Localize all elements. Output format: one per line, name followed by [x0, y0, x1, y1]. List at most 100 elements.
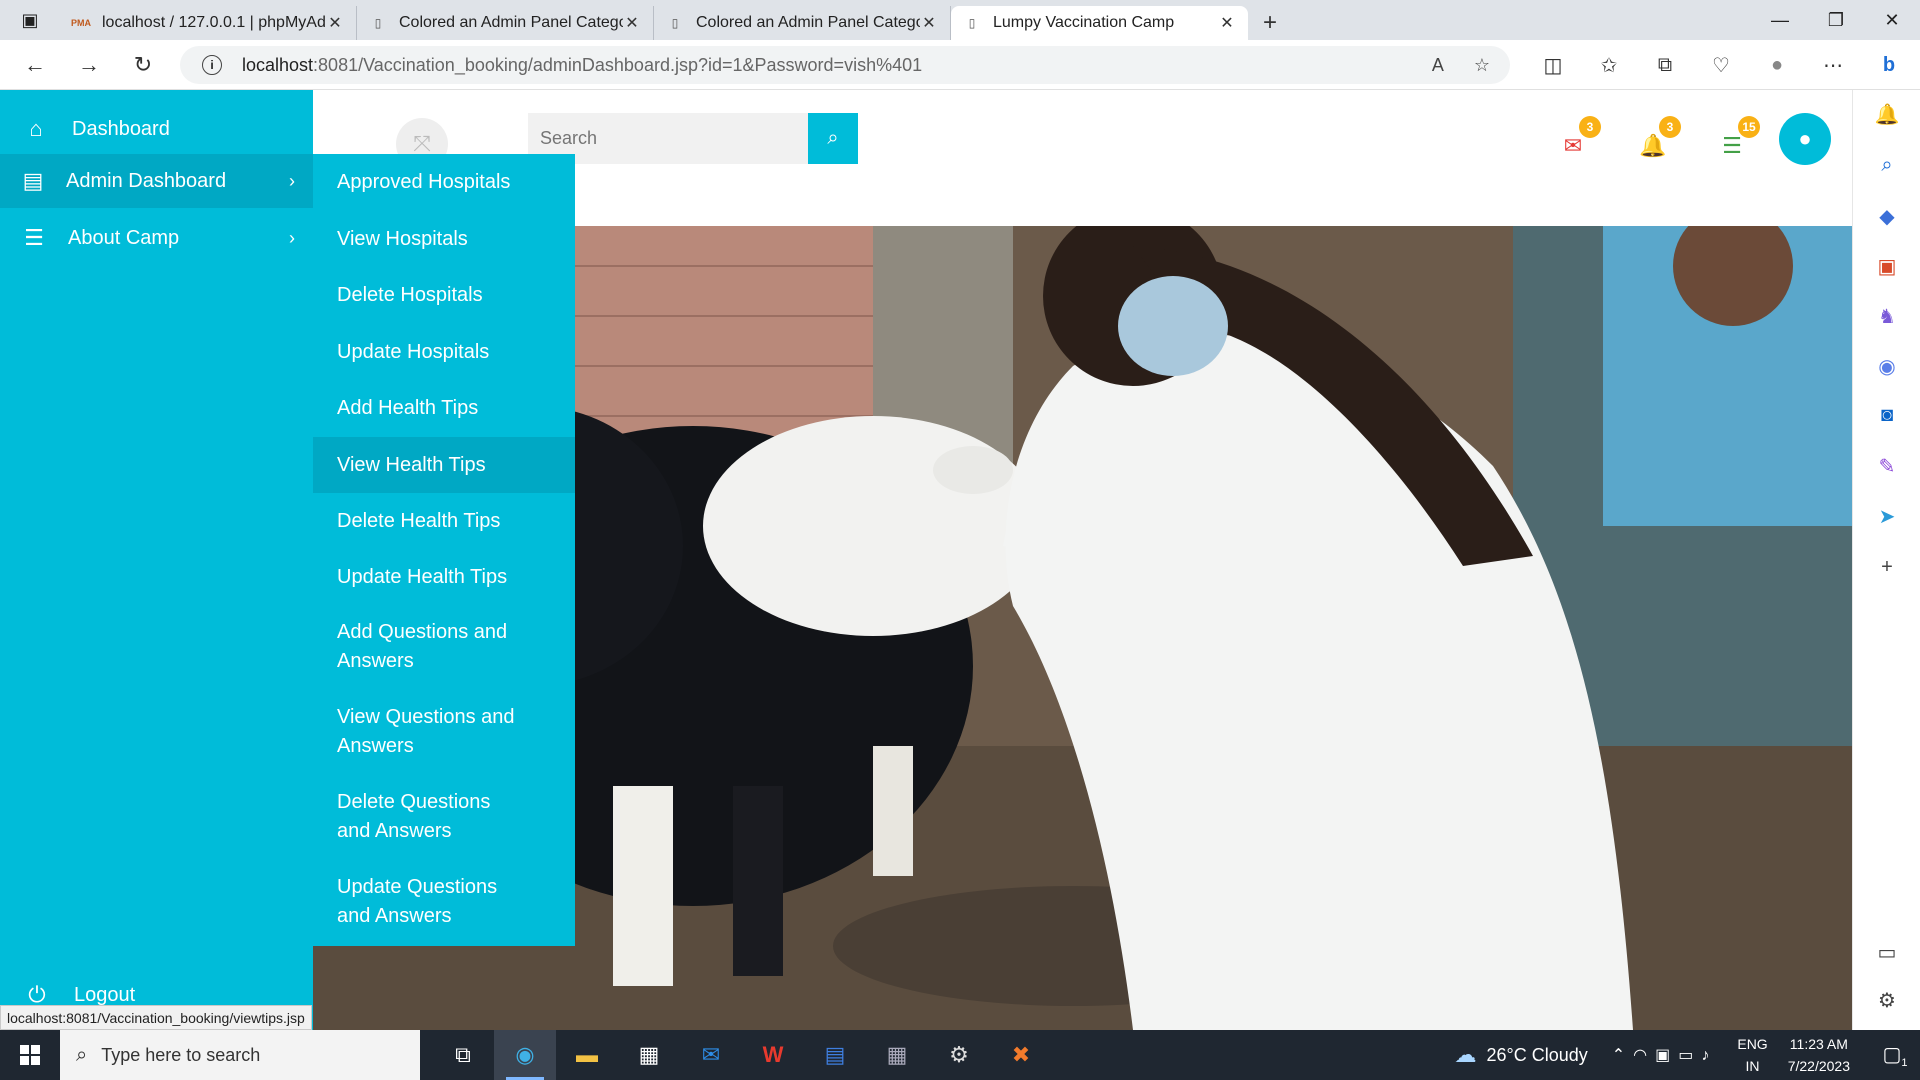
submenu-item-add-questions-answers[interactable]: Add Questions and Answers: [313, 605, 575, 689]
site-info-icon[interactable]: i: [202, 55, 222, 75]
wps-office-icon[interactable]: W: [742, 1030, 804, 1080]
tab-close-icon[interactable]: ✕: [920, 13, 938, 33]
date-text: 7/22/2023: [1787, 1058, 1850, 1074]
search-button[interactable]: ⌕: [808, 113, 858, 164]
browser-essentials-icon[interactable]: ♡: [1693, 53, 1749, 78]
mail-icon[interactable]: ✉: [680, 1030, 742, 1080]
hide-sidebar-icon[interactable]: ▭: [1853, 940, 1920, 965]
tasks-button[interactable]: ☰ 15: [1712, 116, 1760, 166]
taskbar-search[interactable]: ⌕ Type here to search: [60, 1030, 420, 1080]
battery-icon[interactable]: ▭: [1678, 1047, 1701, 1064]
notification-count-badge: 3: [1659, 116, 1681, 138]
read-aloud-icon[interactable]: A: [1432, 55, 1444, 76]
add-sidebar-app-icon[interactable]: +: [1853, 556, 1920, 579]
mail-button[interactable]: ✉ 3: [1553, 116, 1601, 166]
browser-tab-phpmyadmin[interactable]: PMA localhost / 127.0.0.1 | phpMyAdmin ✕: [60, 6, 357, 40]
minimize-icon[interactable]: —: [1752, 0, 1808, 40]
language-indicator[interactable]: ENG IN: [1737, 1033, 1767, 1077]
submenu-item-approved-hospitals[interactable]: Approved Hospitals: [313, 154, 575, 210]
edge-browser-icon[interactable]: ◉: [494, 1030, 556, 1080]
tray-icons[interactable]: ⌃◠▣▭♪: [1612, 1045, 1718, 1065]
new-tab-icon[interactable]: +: [1248, 6, 1292, 40]
settings-gear-icon[interactable]: ⚙: [928, 1030, 990, 1080]
weather-text: 26°C Cloudy: [1486, 1044, 1588, 1065]
page-favicon-icon: ▯: [374, 16, 382, 30]
submenu-item-view-questions-answers[interactable]: View Questions and Answers: [313, 690, 575, 774]
restore-icon[interactable]: ❐: [1808, 0, 1864, 40]
url-host: localhost: [242, 54, 314, 75]
start-button[interactable]: [0, 1030, 60, 1080]
user-icon: ●: [1798, 126, 1812, 151]
sidebar-item-about-camp[interactable]: ☰ About Camp ›: [0, 211, 313, 265]
telegram-icon[interactable]: ➤: [1853, 504, 1920, 529]
browser-tab-colored-admin-1[interactable]: ▯ Colored an Admin Panel Category ✕: [357, 6, 654, 40]
tab-title: Colored an Admin Panel Category: [399, 14, 623, 31]
list-icon: ☰: [24, 225, 44, 250]
tools-icon[interactable]: ▣: [1853, 254, 1920, 279]
taskbar-clock[interactable]: 11:23 AM 7/22/2023: [1788, 1033, 1850, 1077]
window-close-icon[interactable]: ✕: [1864, 0, 1920, 40]
browser-tab-lumpy-vaccination[interactable]: ▯ Lumpy Vaccination Camp ✕: [951, 6, 1248, 40]
tab-close-icon[interactable]: ✕: [1218, 13, 1236, 33]
camera-icon[interactable]: ▣: [1655, 1047, 1678, 1064]
tab-close-icon[interactable]: ✕: [623, 13, 641, 33]
logout-label: Logout: [74, 983, 136, 1006]
sidebar-item-dashboard[interactable]: ⌂ Dashboard: [0, 102, 313, 156]
user-avatar-button[interactable]: ●: [1779, 113, 1831, 165]
sidebar-settings-icon[interactable]: ⚙: [1853, 988, 1920, 1013]
games-icon[interactable]: ♞: [1853, 304, 1920, 329]
taskbar-search-placeholder: Type here to search: [101, 1044, 261, 1065]
text-editor-icon[interactable]: ▤: [804, 1030, 866, 1080]
back-icon[interactable]: ←: [8, 40, 62, 90]
shopping-tag-icon[interactable]: ◆: [1853, 204, 1920, 229]
chevron-right-icon: ›: [289, 227, 295, 248]
profile-icon[interactable]: ●: [1749, 54, 1805, 77]
more-menu-icon[interactable]: ⋯: [1805, 53, 1861, 78]
tasks-icon: ☰: [1722, 133, 1742, 158]
edge-sidebar: 🔔 ⌕ ◆ ▣ ♞ ◉ ◙ ✎ ➤ + ▭ ⚙: [1852, 90, 1920, 1030]
browser-tab-strip: ▣ PMA localhost / 127.0.0.1 | phpMyAdmin…: [0, 0, 1920, 40]
submenu-item-view-health-tips[interactable]: View Health Tips: [313, 437, 575, 493]
app-sidebar: ⌂ Dashboard ▤ Admin Dashboard › ☰ About …: [0, 90, 313, 1030]
favorites-icon[interactable]: ✩: [1581, 53, 1637, 78]
chevron-up-icon[interactable]: ⌃: [1612, 1047, 1633, 1064]
split-screen-icon[interactable]: ◫: [1525, 53, 1581, 78]
browser-tab-colored-admin-2[interactable]: ▯ Colored an Admin Panel Category ✕: [654, 6, 951, 40]
submenu-item-delete-health-tips[interactable]: Delete Health Tips: [313, 493, 575, 549]
tab-close-icon[interactable]: ✕: [326, 13, 344, 33]
submenu-item-delete-hospitals[interactable]: Delete Hospitals: [313, 267, 575, 323]
file-explorer-icon[interactable]: ▬: [556, 1030, 618, 1080]
sidebar-item-admin-dashboard[interactable]: ▤ Admin Dashboard ›: [0, 154, 313, 208]
task-view-icon[interactable]: ⧉: [432, 1030, 494, 1080]
tab-title: Colored an Admin Panel Category: [696, 14, 920, 31]
tab-actions-icon[interactable]: ▣: [0, 0, 60, 40]
refresh-icon[interactable]: ↻: [116, 40, 170, 90]
forward-icon[interactable]: →: [62, 40, 116, 90]
tab-title: Lumpy Vaccination Camp: [993, 14, 1175, 31]
favorite-star-icon[interactable]: ☆: [1474, 55, 1490, 76]
submenu-item-delete-questions-answers[interactable]: Delete Questions and Answers: [313, 775, 575, 859]
notifications-bell-icon[interactable]: 🔔: [1853, 102, 1920, 127]
outlook-icon[interactable]: ◙: [1853, 404, 1920, 427]
submenu-item-update-questions-answers[interactable]: Update Questions and Answers: [313, 860, 575, 944]
submenu-item-update-hospitals[interactable]: Update Hospitals: [313, 324, 575, 380]
submenu-item-update-health-tips[interactable]: Update Health Tips: [313, 549, 575, 605]
xampp-icon[interactable]: ✖: [990, 1030, 1052, 1080]
mail-count-badge: 3: [1579, 116, 1601, 138]
collections-icon[interactable]: ⧉: [1637, 54, 1693, 77]
search-icon[interactable]: ⌕: [1853, 154, 1920, 177]
calculator-icon[interactable]: ▦: [866, 1030, 928, 1080]
submenu-item-add-health-tips[interactable]: Add Health Tips: [313, 380, 575, 436]
designer-icon[interactable]: ✎: [1853, 454, 1920, 479]
microsoft-store-icon[interactable]: ▦: [618, 1030, 680, 1080]
wifi-icon[interactable]: ◠: [1633, 1047, 1655, 1064]
system-tray: ☁ 26°C Cloudy ⌃◠▣▭♪ ENG IN 11:23 AM 7/22…: [1454, 1030, 1920, 1080]
weather-widget[interactable]: ☁ 26°C Cloudy: [1454, 1042, 1587, 1068]
bing-copilot-icon[interactable]: b: [1861, 54, 1917, 77]
notifications-button[interactable]: 🔔 3: [1633, 116, 1681, 166]
submenu-item-view-hospitals[interactable]: View Hospitals: [313, 211, 575, 267]
volume-icon[interactable]: ♪: [1701, 1047, 1717, 1064]
microsoft-365-icon[interactable]: ◉: [1853, 354, 1920, 379]
address-bar[interactable]: i localhost:8081/Vaccination_booking/adm…: [180, 46, 1510, 84]
notification-center-icon[interactable]: ▢1: [1870, 1042, 1920, 1069]
